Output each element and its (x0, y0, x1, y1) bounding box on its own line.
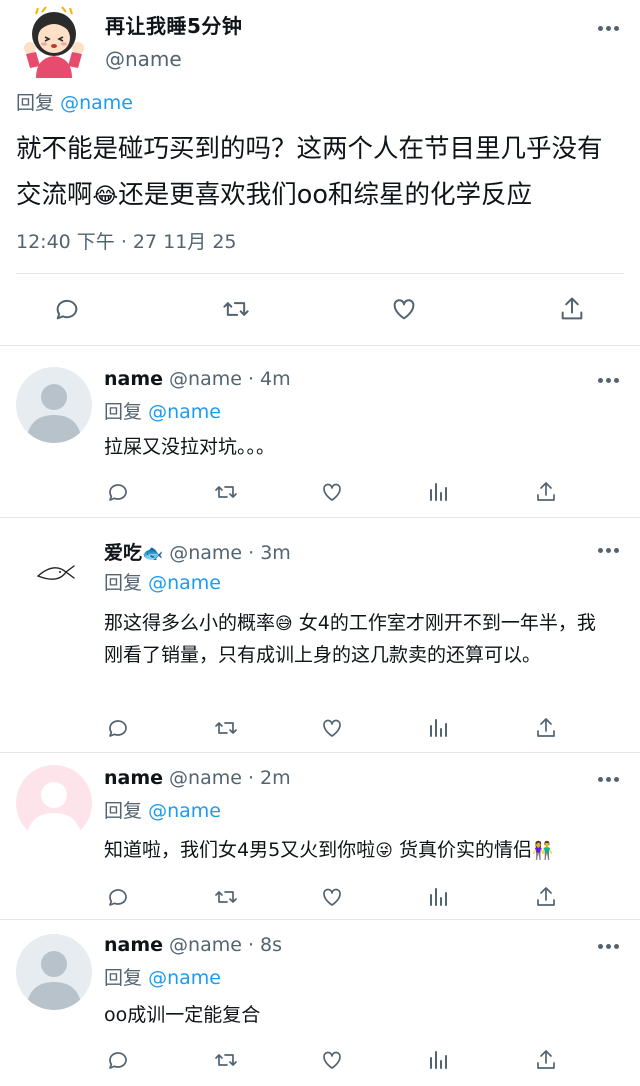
reply-context: 回复 @name (104, 800, 221, 822)
reply-header: name @name · 2m (104, 767, 291, 789)
reply-prefix: 回复 (16, 92, 55, 114)
more-options-icon[interactable] (598, 376, 622, 384)
reply-text: 拉屎又没拉对坑。。。 (104, 436, 276, 458)
author-name[interactable]: 再让我睡5分钟 (105, 10, 242, 39)
reply-to-link[interactable]: @name (148, 401, 221, 423)
tweet-text: 就不能是碰巧买到的吗？这两个人在节目里几乎没有 交流啊😂还是更喜欢我们oo和综星… (16, 126, 631, 220)
reply-to-link[interactable]: @name (60, 92, 133, 114)
reply-text: 知道啦，我们女4男5又火到你啦😜 货真价实的情侣👫 (104, 839, 554, 861)
reply-author-name[interactable]: 爱吃 (104, 542, 142, 564)
retweet-icon[interactable] (214, 480, 238, 504)
reply-icon[interactable] (53, 295, 81, 323)
more-options-icon[interactable] (598, 775, 622, 783)
reply-handle-time[interactable]: @name · 4m (169, 368, 291, 390)
winking-tongue-emoji: 😜 (375, 841, 393, 861)
reply-context: 回复 @name (104, 967, 221, 989)
tweet-text-line: 就不能是碰巧买到的吗？这两个人在节目里几乎没有 (16, 134, 603, 164)
retweet-icon[interactable] (214, 885, 238, 909)
author-handle[interactable]: @name (105, 47, 182, 71)
share-icon[interactable] (534, 885, 558, 909)
share-icon[interactable] (534, 1048, 558, 1072)
like-icon[interactable] (320, 716, 344, 740)
reply-icon[interactable] (106, 716, 130, 740)
retweet-icon[interactable] (214, 1048, 238, 1072)
reply-author-name[interactable]: name (104, 368, 163, 390)
analytics-icon[interactable] (427, 885, 451, 909)
reply-icon[interactable] (106, 1048, 130, 1072)
reply-text: oo成训一定能复合 (104, 1004, 261, 1026)
reply-author-name[interactable]: name (104, 767, 163, 789)
analytics-icon[interactable] (427, 480, 451, 504)
more-options-icon[interactable] (598, 24, 622, 32)
reply-text: 那这得多么小的概率😅 女4的工作室才刚开不到一年半，我刚看了销量，只有成训上身的… (104, 612, 596, 666)
reply-context: 回复 @name (104, 401, 221, 423)
reply-icon[interactable] (106, 480, 130, 504)
like-icon[interactable] (320, 480, 344, 504)
reply-tweet: name @name · 8s 回复 @name oo成训一定能复合 (0, 920, 640, 1086)
like-icon[interactable] (320, 1048, 344, 1072)
reply-author-name[interactable]: name (104, 934, 163, 956)
sweat-smile-emoji: 😅 (275, 614, 293, 634)
reply-handle-time[interactable]: @name · 2m (169, 767, 291, 789)
divider (16, 273, 624, 274)
avatar[interactable] (16, 367, 92, 443)
tweet-text-line: 交流啊😂还是更喜欢我们oo和综星的化学反应 (16, 180, 532, 210)
avatar[interactable] (16, 532, 92, 608)
retweet-icon[interactable] (214, 716, 238, 740)
author-avatar[interactable] (18, 6, 90, 78)
reply-tweet: name @name · 4m 回复 @name 拉屎又没拉对坑。。。 (0, 346, 640, 518)
reply-header: name @name · 8s (104, 934, 282, 956)
reply-to-link[interactable]: @name (148, 572, 221, 594)
reply-to-link[interactable]: @name (148, 967, 221, 989)
like-icon[interactable] (390, 295, 418, 323)
fish-emoji: 🐟 (142, 544, 164, 564)
couple-emoji: 👫 (531, 841, 554, 861)
like-icon[interactable] (320, 885, 344, 909)
timestamp[interactable]: 12:40 下午 · 27 11月 25 (16, 227, 237, 254)
more-options-icon[interactable] (598, 546, 622, 554)
main-tweet: 再让我睡5分钟 @name 回复 @name 就不能是碰巧买到的吗？这两个人在节… (0, 0, 640, 346)
reply-context: 回复 @name (104, 572, 221, 594)
avatar[interactable] (16, 934, 92, 1010)
reply-handle-time[interactable]: @name · 8s (169, 934, 282, 956)
share-icon[interactable] (534, 480, 558, 504)
reply-handle-time[interactable]: @name · 3m (169, 542, 291, 564)
reply-header: name @name · 4m (104, 368, 291, 390)
reply-context: 回复 @name (16, 88, 133, 115)
retweet-icon[interactable] (222, 295, 250, 323)
more-options-icon[interactable] (598, 942, 622, 950)
joy-emoji: 😂 (92, 184, 119, 209)
analytics-icon[interactable] (427, 716, 451, 740)
reply-tweet: name @name · 2m 回复 @name 知道啦，我们女4男5又火到你啦😜… (0, 753, 640, 920)
reply-tweet: 爱吃🐟 @name · 3m 回复 @name 那这得多么小的概率😅 女4的工作室… (0, 518, 640, 753)
share-icon[interactable] (534, 716, 558, 740)
reply-to-link[interactable]: @name (148, 800, 221, 822)
reply-header: 爱吃🐟 @name · 3m (104, 538, 291, 565)
avatar[interactable] (16, 765, 92, 841)
analytics-icon[interactable] (427, 1048, 451, 1072)
share-icon[interactable] (558, 295, 586, 323)
reply-icon[interactable] (106, 885, 130, 909)
